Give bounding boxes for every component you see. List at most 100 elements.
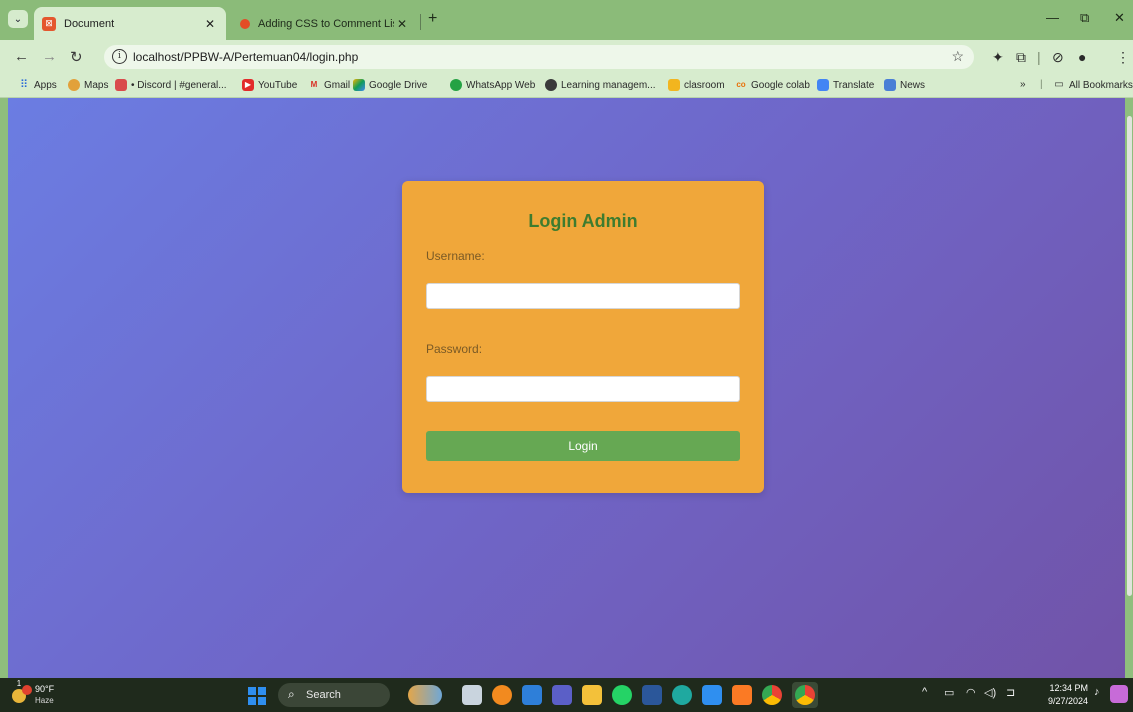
- word-icon[interactable]: [642, 685, 662, 705]
- bookmark-label: YouTube: [258, 79, 298, 91]
- wifi-icon[interactable]: ◠: [966, 686, 976, 699]
- file-explorer-icon[interactable]: [582, 685, 602, 705]
- new-tab-button[interactable]: +: [428, 10, 437, 28]
- bookmark-whatsapp[interactable]: WhatsApp Web: [450, 79, 535, 91]
- apps-grid-icon: ⠿: [19, 79, 29, 91]
- weather-temp: 90°F: [35, 684, 55, 694]
- chrome-profile-icon: [795, 685, 815, 705]
- close-tab-icon[interactable]: ✕: [394, 17, 410, 31]
- css-icon: [240, 18, 250, 29]
- task-view-icon[interactable]: [462, 685, 482, 705]
- edge-icon[interactable]: [672, 685, 692, 705]
- bookmark-apps[interactable]: ⠿ Apps: [18, 79, 57, 91]
- bookmark-lms[interactable]: Learning managem...: [545, 79, 656, 91]
- lms-icon: [545, 79, 557, 91]
- extensions-puzzle-icon[interactable]: ⧉: [1016, 49, 1026, 66]
- chrome-active-slot[interactable]: [792, 682, 818, 708]
- forward-icon[interactable]: →: [42, 48, 57, 65]
- page-viewport: Login Admin Username: Password: Login: [8, 98, 1125, 678]
- teams-icon[interactable]: [552, 685, 572, 705]
- site-info-icon[interactable]: i: [112, 49, 127, 64]
- close-tab-icon[interactable]: ✕: [202, 17, 218, 31]
- bookmark-label: Google colab: [751, 79, 810, 91]
- bookmark-gmail[interactable]: M Gmail: [308, 79, 350, 91]
- bookmark-youtube[interactable]: ▶ YouTube: [242, 79, 297, 91]
- whatsapp-icon: [450, 79, 462, 91]
- bookmark-label: clasroom: [684, 79, 725, 91]
- back-icon[interactable]: ←: [14, 48, 29, 65]
- youtube-icon: ▶: [242, 79, 254, 91]
- tab-search-button[interactable]: ⌄: [8, 10, 28, 28]
- news-icon: [884, 79, 896, 91]
- weather-badge: 1: [16, 679, 22, 688]
- taskbar-widget-icon[interactable]: [408, 685, 442, 705]
- bookmarks-divider: |: [1040, 79, 1043, 90]
- xampp-icon: ⊠: [42, 16, 56, 31]
- login-button[interactable]: Login: [426, 431, 740, 461]
- bookmark-label: Apps: [34, 79, 57, 91]
- bookmark-label: Translate: [833, 79, 875, 91]
- windows-logo-icon: [248, 687, 256, 695]
- translate-icon: [817, 79, 829, 91]
- menu-kebab-icon[interactable]: ⋮: [1116, 49, 1130, 66]
- avatar-icon[interactable]: ●: [1078, 49, 1086, 65]
- minimize-icon[interactable]: —: [1046, 10, 1059, 25]
- extension-icon[interactable]: ✦: [992, 49, 1004, 66]
- bookmark-classroom[interactable]: clasroom: [668, 79, 725, 91]
- all-bookmarks-button[interactable]: ▭ All Bookmarks: [1053, 79, 1133, 91]
- bookmark-label: WhatsApp Web: [466, 79, 536, 91]
- maps-icon: [68, 79, 80, 91]
- search-label: Search: [306, 689, 341, 701]
- tab-document[interactable]: ⊠ Document ✕: [34, 7, 226, 40]
- show-hidden-icons-chevron[interactable]: ^: [922, 686, 927, 698]
- username-label: Username:: [426, 249, 485, 263]
- xampp-app-icon[interactable]: [732, 685, 752, 705]
- vscode-icon[interactable]: [702, 685, 722, 705]
- clock-date[interactable]: 9/27/2024: [1032, 696, 1088, 706]
- gmail-icon: M: [310, 80, 318, 89]
- scrollbar-thumb[interactable]: [1127, 116, 1132, 596]
- start-button[interactable]: [248, 687, 266, 705]
- bookmarks-bar: ⠿ Apps Maps • Discord | #general... ▶ Yo…: [0, 74, 1133, 98]
- search-icon: ⌕: [288, 687, 295, 701]
- tab-adding-css[interactable]: Adding CSS to Comment List - ✕: [230, 7, 418, 40]
- bookmark-discord[interactable]: • Discord | #general...: [115, 79, 227, 91]
- taskbar-search[interactable]: ⌕ Search: [278, 683, 390, 707]
- notification-bell-icon[interactable]: ♪: [1094, 686, 1100, 698]
- username-input[interactable]: [426, 283, 740, 309]
- reload-icon[interactable]: ↻: [70, 48, 83, 66]
- bookmark-maps[interactable]: Maps: [68, 79, 108, 91]
- copilot-icon[interactable]: [1110, 685, 1128, 703]
- discord-icon: [115, 79, 127, 91]
- weather-condition: Haze: [35, 696, 54, 705]
- chrome-icon[interactable]: [762, 685, 782, 705]
- bookmark-translate[interactable]: Translate: [817, 79, 874, 91]
- tab-divider: [420, 14, 421, 30]
- bookmark-label: Maps: [84, 79, 109, 91]
- bookmarks-overflow-button[interactable]: »: [1020, 79, 1026, 90]
- bookmark-label: • Discord | #general...: [131, 79, 227, 91]
- firefox-icon[interactable]: [492, 685, 512, 705]
- restore-icon[interactable]: ⧉: [1080, 10, 1089, 26]
- all-bookmarks-label: All Bookmarks: [1069, 79, 1133, 91]
- profile-sync-icon[interactable]: ⊘: [1052, 49, 1064, 66]
- bookmark-label: Google Drive: [369, 79, 428, 91]
- volume-icon[interactable]: ◁): [984, 686, 996, 699]
- window-border: [0, 98, 8, 678]
- colab-icon: co: [736, 80, 746, 89]
- battery-icon[interactable]: ⊐: [1006, 686, 1015, 699]
- whatsapp-app-icon[interactable]: [612, 685, 632, 705]
- bookmark-drive[interactable]: Google Drive: [353, 79, 427, 91]
- password-input[interactable]: [426, 376, 740, 402]
- url-text: localhost/PPBW-A/Pertemuan04/login.php: [133, 50, 359, 64]
- address-bar[interactable]: i localhost/PPBW-A/Pertemuan04/login.php…: [104, 45, 974, 69]
- bookmark-star-icon[interactable]: ☆: [951, 48, 964, 65]
- bookmark-news[interactable]: News: [884, 79, 925, 91]
- bookmark-colab[interactable]: co Google colab: [735, 79, 810, 91]
- calculator-icon[interactable]: [522, 685, 542, 705]
- password-label: Password:: [426, 342, 483, 356]
- close-window-icon[interactable]: ✕: [1114, 10, 1125, 26]
- login-card: Login Admin Username: Password: Login: [402, 181, 764, 493]
- keyboard-icon[interactable]: ▭: [944, 686, 954, 699]
- clock-time[interactable]: 12:34 PM: [1040, 683, 1088, 693]
